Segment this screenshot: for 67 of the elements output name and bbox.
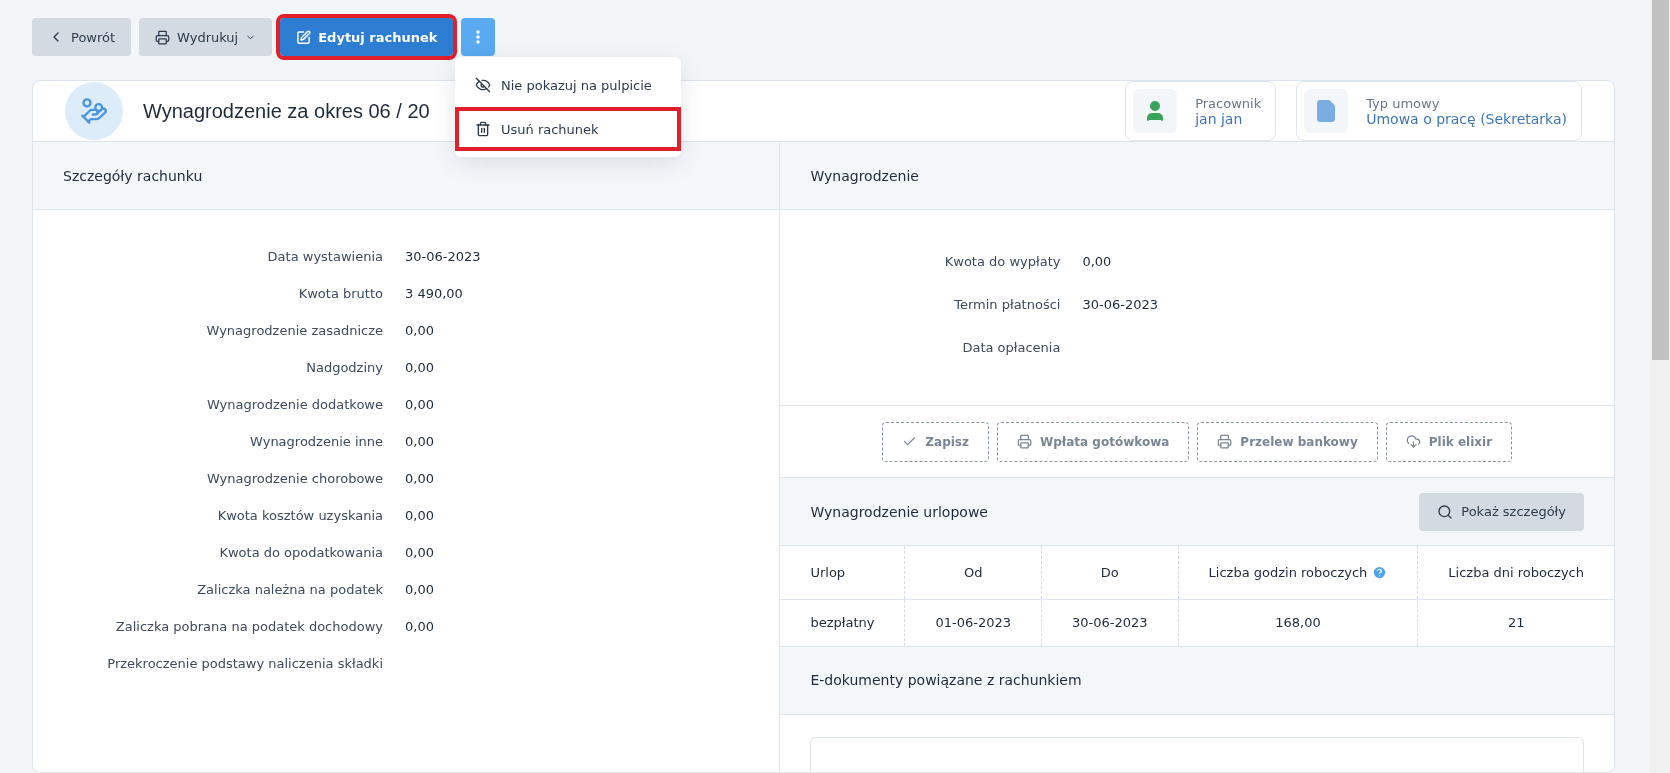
trash-icon bbox=[475, 121, 491, 137]
search-icon bbox=[1437, 503, 1454, 520]
field-value: 0,00 bbox=[405, 471, 435, 486]
table-cell: 21 bbox=[1417, 599, 1614, 646]
column-header: Urlop bbox=[780, 546, 905, 599]
section-title: E-dokumenty powiązane z rachunkiem bbox=[810, 672, 1082, 688]
field-value: 30-06-2023 bbox=[405, 249, 482, 264]
edit-icon bbox=[296, 29, 312, 45]
action-button[interactable]: Zapisz bbox=[882, 421, 989, 462]
field-label: Zaliczka pobrana na podatek dochodowy bbox=[114, 619, 383, 634]
field-label: Wynagrodzenie inne bbox=[249, 434, 383, 449]
field-label: Nadgodziny bbox=[305, 360, 383, 375]
menu-item[interactable]: Nie pokazuj na pulpicie bbox=[455, 63, 681, 107]
table-cell: bezpłatny bbox=[780, 599, 905, 646]
field-value: 30-06-2023 bbox=[1082, 297, 1159, 312]
field-label: Przekroczenie podstawy naliczenia składki bbox=[106, 656, 383, 671]
details-button[interactable]: Pokaż szczegóły bbox=[1419, 492, 1584, 531]
action-button[interactable]: Wpłata gotówkowa bbox=[997, 421, 1190, 462]
field-label: Data wystawienia bbox=[266, 249, 383, 264]
printer-icon bbox=[1017, 434, 1032, 449]
field-value: 0,00 bbox=[405, 323, 435, 338]
field-label: Wynagrodzenie dodatkowe bbox=[206, 397, 383, 412]
table-cell: 30-06-2023 bbox=[1041, 599, 1179, 646]
info-value: jan jan bbox=[1195, 110, 1244, 127]
field-label: Data opłacenia bbox=[961, 340, 1061, 355]
toolbar-button[interactable]: Powrót bbox=[32, 18, 132, 56]
field-value: 0,00 bbox=[405, 434, 435, 449]
field-value: 0,00 bbox=[1082, 254, 1113, 269]
printer-icon bbox=[1217, 434, 1233, 449]
field-value: 0,00 bbox=[405, 508, 435, 523]
column-header: Od bbox=[904, 546, 1042, 599]
section-title: Wynagrodzenie bbox=[810, 167, 919, 184]
page-title: Wynagrodzenie za okres 06 / 20 bbox=[143, 99, 431, 123]
field-label: Kwota brutto bbox=[297, 286, 383, 301]
scrollbar[interactable] bbox=[1650, 0, 1670, 773]
field-value: 0,00 bbox=[405, 619, 435, 634]
field-label: Kwota kosztów uzyskania bbox=[216, 508, 383, 523]
more-icon bbox=[476, 30, 481, 44]
action-button[interactable]: Przelew bankowy bbox=[1197, 421, 1378, 462]
field-value: 0,00 bbox=[405, 545, 435, 560]
column-header: Liczba godzin roboczych bbox=[1178, 546, 1418, 599]
column-header: Do bbox=[1041, 546, 1179, 599]
more-button[interactable] bbox=[461, 18, 496, 56]
column-header: Liczba dni roboczych bbox=[1417, 546, 1614, 599]
info-value: Umowa o pracę (Sekretarka) bbox=[1366, 110, 1567, 127]
table-cell: 01-06-2023 bbox=[904, 599, 1042, 646]
section-title: Szczegóły rachunku bbox=[63, 167, 203, 184]
field-label: Termin płatności bbox=[953, 297, 1061, 312]
cloud-download-icon bbox=[1405, 434, 1421, 449]
menu-item[interactable]: Usuń rachunek bbox=[455, 107, 681, 151]
action-button[interactable]: Plik elixir bbox=[1385, 421, 1513, 462]
section-title: Wynagrodzenie urlopowe bbox=[810, 503, 988, 520]
printer-icon bbox=[155, 29, 171, 45]
info-label: Pracownik bbox=[1195, 95, 1262, 111]
field-label: Wynagrodzenie zasadnicze bbox=[205, 323, 383, 338]
field-value: 3 490,00 bbox=[405, 286, 464, 301]
field-value: 0,00 bbox=[405, 582, 435, 597]
table-cell: 168,00 bbox=[1178, 599, 1418, 646]
field-value: 0,00 bbox=[405, 397, 435, 412]
info-label: Typ umowy bbox=[1366, 95, 1441, 111]
eye-off-icon bbox=[475, 77, 491, 93]
field-label: Wynagrodzenie chorobowe bbox=[205, 471, 383, 486]
field-label: Zaliczka należna na podatek bbox=[196, 582, 383, 597]
field-label: Kwota do opodatkowania bbox=[218, 545, 383, 560]
field-value: 0,00 bbox=[405, 360, 435, 375]
field-label: Kwota do wypłaty bbox=[943, 254, 1061, 269]
toolbar-button[interactable]: Wydrukuj bbox=[139, 18, 273, 56]
